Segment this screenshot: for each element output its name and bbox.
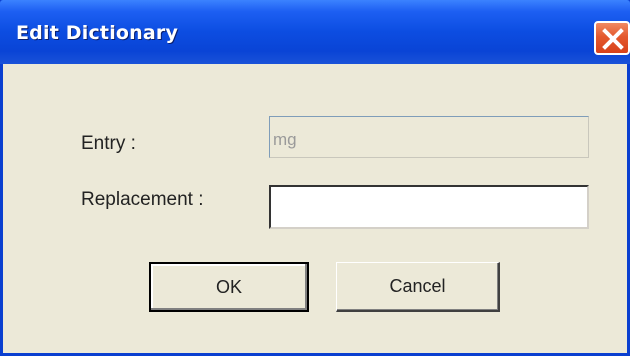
dialog-title: Edit Dictionary	[16, 22, 179, 44]
replacement-field[interactable]	[269, 185, 589, 229]
ok-button-label: OK	[215, 277, 242, 297]
entry-field	[269, 116, 589, 158]
edit-dictionary-dialog: Edit Dictionary Entry : Replacement : OK…	[0, 0, 630, 356]
cancel-button-label: Cancel	[389, 276, 446, 296]
entry-label: Entry :	[81, 133, 136, 154]
ok-button[interactable]: OK	[149, 262, 309, 312]
title-bar[interactable]: Edit Dictionary	[0, 0, 630, 64]
close-button[interactable]	[594, 21, 630, 55]
close-icon	[602, 28, 624, 50]
cancel-button[interactable]: Cancel	[336, 262, 500, 312]
replacement-label: Replacement :	[81, 189, 204, 210]
